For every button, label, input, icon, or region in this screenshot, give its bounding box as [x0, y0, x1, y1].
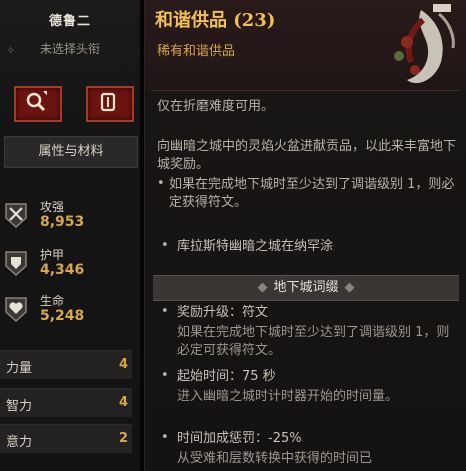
- bullet-icon: •: [157, 176, 165, 191]
- attribute-name: 智力: [6, 399, 33, 414]
- tooltip-header: 和谐供品 (23) 稀有和谐供品: [145, 0, 466, 90]
- item-rarity: 稀有和谐供品: [157, 44, 236, 59]
- item-title: 和谐供品 (23): [155, 10, 276, 31]
- difficulty-note: 仅在折磨难度可用。: [157, 99, 275, 114]
- stat-life: 生命 5,248: [0, 290, 140, 334]
- attribute-value: 4: [118, 395, 128, 410]
- bullet-icon: •: [161, 430, 169, 445]
- gate-icon: [100, 92, 116, 112]
- stat-label: 攻强: [40, 200, 65, 214]
- affix-body: 如果在完成地下城时至少达到了调谐级别 1，则必定可获得符文。: [177, 325, 450, 358]
- swords-icon: [5, 203, 27, 229]
- title-selector[interactable]: 未选择头衔: [0, 40, 140, 57]
- stat-armor: 护甲 4,346: [0, 244, 140, 288]
- item-description: 向幽暗之城中的灵焰火盆进献贡品，以此来丰富地下城奖励。: [157, 139, 457, 172]
- tab-attributes-materials[interactable]: 属性与材料: [4, 136, 138, 168]
- item-tooltip: 和谐供品 (23) 稀有和谐供品 仅在折磨难度可用。 向幽暗之城中的灵焰火盆进献…: [144, 0, 466, 471]
- stat-attack-power: 攻强 8,953: [0, 196, 140, 240]
- bullet-icon: •: [161, 238, 169, 253]
- stat-label: 生命: [40, 294, 65, 308]
- divider: [151, 90, 461, 91]
- stat-value: 5,248: [40, 308, 85, 324]
- affix-body: 进入幽暗之城时计时器开始的时间量。: [177, 389, 399, 404]
- stat-label: 护甲: [40, 248, 65, 262]
- heart-icon: [5, 297, 27, 323]
- affix-title: 起始时间：75 秒: [177, 369, 276, 384]
- attribute-row-willpower[interactable]: 意力 2: [0, 424, 132, 453]
- affix-body: 从受难和层数转换中获得的时间已: [177, 451, 373, 466]
- inspect-button[interactable]: [14, 86, 62, 122]
- affix-title: 奖励升级：符文: [177, 305, 269, 320]
- attribute-value: 4: [118, 357, 128, 372]
- attribute-value: 2: [118, 431, 128, 446]
- bullet-icon: •: [161, 368, 169, 383]
- character-panel: 德鲁二 ✧ 未选择头衔 属性与材料 攻强 8,953 护甲 4,346 生命 5…: [0, 0, 140, 471]
- codex-button[interactable]: [86, 86, 134, 122]
- armor-icon: [5, 251, 27, 277]
- bullet-icon: •: [161, 304, 169, 319]
- dungeon-location: 库拉斯特幽暗之城在纳罕涂: [177, 239, 334, 254]
- diamond-icon: ◆: [257, 280, 268, 295]
- stat-value: 4,346: [40, 262, 85, 278]
- diamond-icon: ◆: [344, 280, 355, 295]
- attribute-name: 意力: [6, 435, 33, 450]
- affix-title: 时间加成惩罚：-25%: [177, 431, 302, 446]
- character-name: 德鲁二: [48, 14, 91, 29]
- attribute-row-intelligence[interactable]: 智力 4: [0, 388, 132, 417]
- tribute-item-icon: [394, 4, 455, 84]
- section-header-dungeon-affixes: ◆ 地下城词缀 ◆: [153, 275, 459, 301]
- section-title: 地下城词缀: [273, 280, 339, 295]
- attribute-row-strength[interactable]: 力量 4: [0, 350, 132, 379]
- stat-value: 8,953: [40, 214, 85, 230]
- description-bullet: 如果在完成地下城时至少达到了调谐级别 1，则必定获得符文。: [169, 177, 455, 210]
- attribute-name: 力量: [6, 361, 33, 376]
- magnifier-icon: [26, 91, 47, 112]
